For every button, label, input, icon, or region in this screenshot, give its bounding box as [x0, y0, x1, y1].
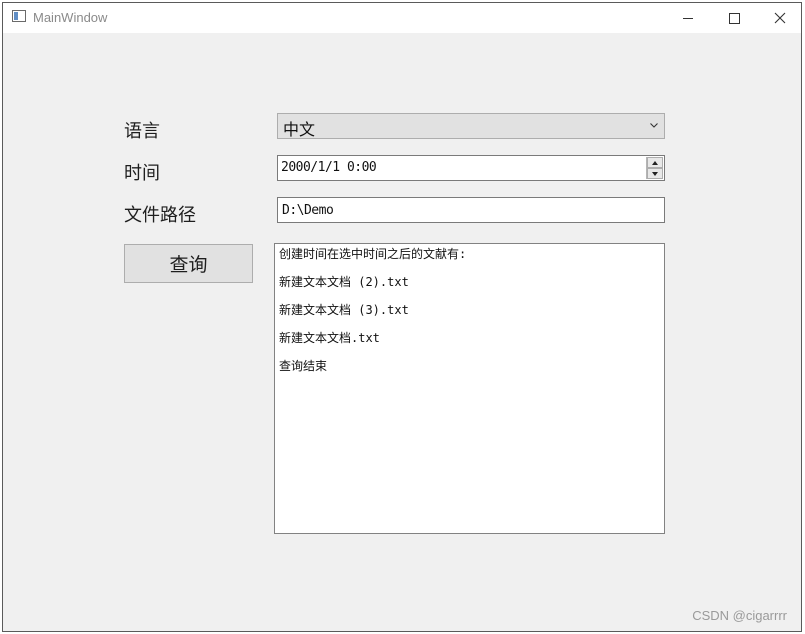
title-bar: MainWindow [3, 3, 801, 33]
results-text-area[interactable]: 创建时间在选中时间之后的文献有: 新建文本文档 (2).txt 新建文本文档 (… [274, 243, 665, 534]
close-button[interactable] [757, 3, 801, 33]
minimize-button[interactable] [665, 3, 711, 33]
result-line: 新建文本文档 (3).txt [279, 303, 409, 317]
watermark: CSDN @cigarrrr [692, 608, 787, 623]
language-label: 语言 [124, 121, 160, 142]
window-app-icon [12, 10, 26, 22]
spin-down-icon [652, 171, 658, 176]
result-line: 新建文本文档 (2).txt [279, 275, 409, 289]
maximize-icon [728, 12, 740, 24]
datetime-spinner [646, 157, 663, 179]
query-button[interactable]: 查询 [124, 244, 253, 283]
spin-up-button[interactable] [647, 157, 663, 168]
close-icon [774, 12, 786, 24]
window-title: MainWindow [33, 10, 108, 25]
path-input[interactable] [277, 197, 665, 223]
minimize-icon [683, 17, 693, 19]
language-combobox[interactable]: 中文 [277, 113, 665, 139]
maximize-button[interactable] [711, 3, 757, 33]
chevron-down-icon [650, 123, 658, 128]
datetime-edit[interactable]: 2000/1/1 0:00 [277, 155, 665, 181]
language-selected-value: 中文 [283, 120, 316, 139]
result-line: 新建文本文档.txt [279, 331, 380, 345]
path-label: 文件路径 [124, 205, 196, 226]
spin-down-button[interactable] [647, 168, 663, 179]
result-line: 创建时间在选中时间之后的文献有: [279, 247, 467, 261]
main-window: MainWindow 语言 中文 时间 2000/1/1 0:00 文件路径 D… [2, 2, 802, 632]
result-line: 查询结束 [279, 359, 328, 373]
datetime-value: 2000/1/1 0:00 [281, 160, 377, 175]
spin-up-icon [652, 160, 658, 165]
time-label: 时间 [124, 163, 160, 184]
